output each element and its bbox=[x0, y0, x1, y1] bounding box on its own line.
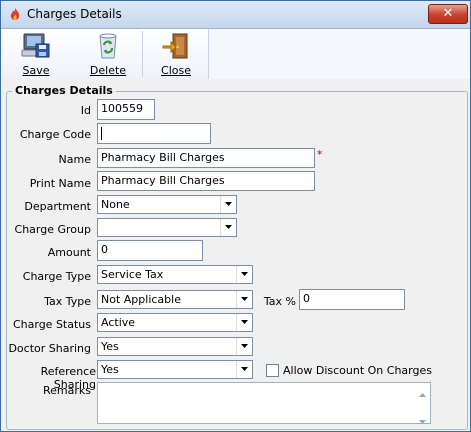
remarks-label: Remarks bbox=[43, 384, 91, 397]
tax-percent-label: Tax % bbox=[263, 295, 296, 308]
recycle-bin-icon bbox=[93, 32, 123, 60]
toolbar-empty-area bbox=[209, 29, 470, 79]
id-field[interactable]: 100559 bbox=[97, 99, 155, 120]
allow-discount-checkbox[interactable] bbox=[266, 364, 279, 377]
section-title: Charges Details bbox=[12, 84, 116, 97]
charge-code-field[interactable] bbox=[97, 123, 211, 144]
chevron-down-icon[interactable] bbox=[236, 291, 252, 308]
close-button[interactable]: Close bbox=[144, 29, 208, 79]
tax-type-dropdown[interactable]: Not Applicable bbox=[97, 290, 253, 309]
doctor-sharing-label: Doctor Sharing bbox=[8, 342, 91, 355]
flame-app-icon bbox=[7, 7, 23, 23]
window-close-button[interactable]: ✕ bbox=[428, 4, 468, 24]
charge-group-dropdown[interactable] bbox=[97, 218, 237, 237]
charge-code-label: Charge Code bbox=[19, 128, 91, 141]
close-label: Close bbox=[161, 64, 191, 77]
floppy-computer-icon bbox=[21, 32, 51, 60]
delete-label: Delete bbox=[89, 64, 127, 77]
close-icon: ✕ bbox=[442, 6, 454, 21]
delete-button[interactable]: Delete bbox=[74, 29, 142, 79]
save-button[interactable]: Save bbox=[2, 29, 70, 79]
doctor-sharing-value: Yes bbox=[101, 340, 119, 353]
toolbar: Save Delete Close bbox=[2, 29, 209, 79]
name-field[interactable]: Pharmacy Bill Charges bbox=[97, 148, 315, 168]
charge-group-label: Charge Group bbox=[14, 223, 91, 236]
reference-sharing-value: Yes bbox=[101, 363, 119, 376]
scroll-up-icon[interactable] bbox=[419, 387, 426, 400]
charge-type-value: Service Tax bbox=[101, 268, 164, 281]
tax-type-label: Tax Type bbox=[44, 295, 91, 308]
id-label: Id bbox=[80, 104, 91, 117]
text-cursor bbox=[101, 127, 102, 140]
doctor-sharing-dropdown[interactable]: Yes bbox=[97, 337, 253, 356]
tax-type-value: Not Applicable bbox=[101, 293, 181, 306]
charge-status-value: Active bbox=[101, 316, 136, 329]
window-title: Charges Details bbox=[27, 7, 122, 21]
reference-sharing-dropdown[interactable]: Yes bbox=[97, 360, 253, 379]
remarks-textarea[interactable] bbox=[97, 382, 431, 424]
save-label: Save bbox=[22, 64, 50, 77]
required-mark: * bbox=[317, 148, 323, 161]
department-label: Department bbox=[24, 200, 91, 213]
charge-type-dropdown[interactable]: Service Tax bbox=[97, 265, 253, 284]
charges-details-window: Charges Details ✕ Save Delete Close Char… bbox=[0, 0, 471, 432]
chevron-down-icon[interactable] bbox=[236, 338, 252, 355]
print-name-field[interactable]: Pharmacy Bill Charges bbox=[97, 171, 315, 191]
toolbar-separator bbox=[142, 31, 143, 77]
charge-status-dropdown[interactable]: Active bbox=[97, 313, 253, 332]
chevron-down-icon[interactable] bbox=[236, 361, 252, 378]
chevron-down-icon[interactable] bbox=[236, 266, 252, 283]
title-bar: Charges Details ✕ bbox=[1, 1, 470, 29]
charge-type-label: Charge Type bbox=[22, 270, 91, 283]
remarks-scrollbar[interactable] bbox=[415, 383, 430, 424]
department-value: None bbox=[101, 198, 130, 211]
chevron-down-icon[interactable] bbox=[220, 219, 236, 236]
amount-field[interactable]: 0 bbox=[97, 240, 203, 261]
amount-label: Amount bbox=[47, 246, 91, 259]
name-label: Name bbox=[58, 153, 91, 166]
tax-percent-field[interactable]: 0 bbox=[299, 289, 405, 310]
department-dropdown[interactable]: None bbox=[97, 195, 237, 214]
chevron-down-icon[interactable] bbox=[220, 196, 236, 213]
charge-status-label: Charge Status bbox=[12, 318, 91, 331]
allow-discount-label: Allow Discount On Charges bbox=[283, 364, 432, 377]
exit-door-icon bbox=[161, 32, 191, 60]
scroll-down-icon[interactable] bbox=[419, 414, 426, 427]
chevron-down-icon[interactable] bbox=[236, 314, 252, 331]
print-name-label: Print Name bbox=[29, 177, 91, 190]
